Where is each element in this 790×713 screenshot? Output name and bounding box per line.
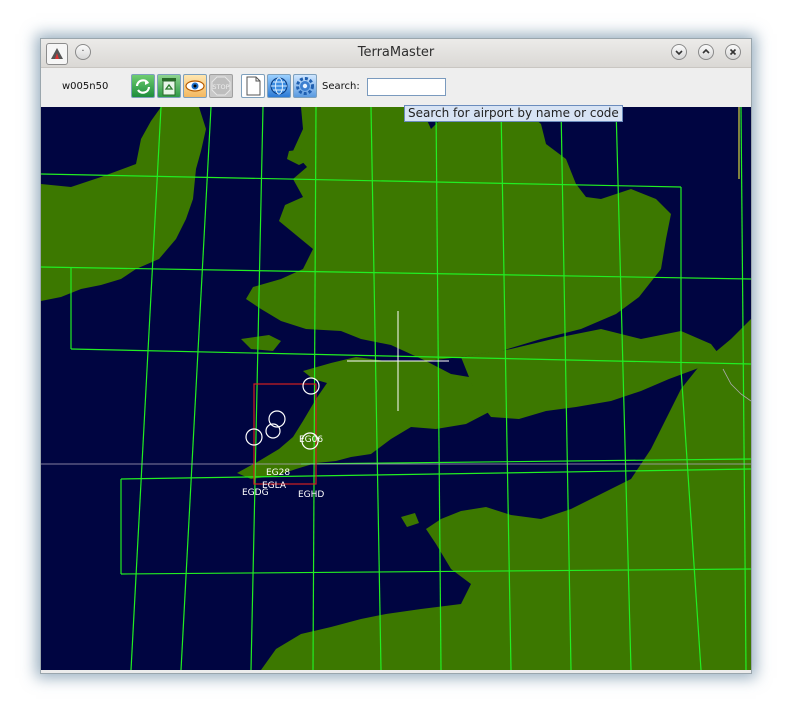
eye-icon: [185, 80, 205, 92]
window-title: TerraMaster: [357, 45, 435, 60]
minimize-icon[interactable]: [671, 44, 687, 60]
new-button[interactable]: [241, 74, 265, 98]
title-bar[interactable]: · TerraMaster: [41, 39, 751, 68]
airport-label-eghd[interactable]: EGHD: [298, 490, 324, 500]
stop-icon: STOP: [211, 76, 231, 96]
settings-button[interactable]: [293, 74, 317, 98]
toolbar: w005n50 STOP Search:: [41, 68, 751, 107]
close-icon[interactable]: [725, 44, 741, 60]
globe-button[interactable]: [267, 74, 291, 98]
stop-label: STOP: [212, 83, 229, 91]
blank-page-icon: [246, 76, 261, 96]
globe-icon: [270, 77, 288, 95]
map-canvas[interactable]: EG06 EG28 EGLA EGDG EGHD: [41, 107, 751, 670]
sync-icon: [135, 79, 151, 94]
delete-button[interactable]: [157, 74, 181, 98]
search-tooltip: Search for airport by name or code: [404, 105, 623, 122]
recycle-trash-icon: [162, 78, 176, 96]
sync-button[interactable]: [131, 74, 155, 98]
gear-icon: [296, 77, 314, 95]
search-label: Search:: [322, 81, 360, 92]
stop-button[interactable]: STOP: [209, 74, 233, 98]
search-input[interactable]: [367, 78, 446, 96]
airport-label-eg28[interactable]: EG28: [266, 468, 290, 478]
airport-label-eg06[interactable]: EG06: [299, 435, 323, 445]
map-svg[interactable]: [41, 107, 751, 670]
terramaster-window: · TerraMaster w005n50 STOP Search: EG06 …: [40, 38, 752, 674]
airport-label-egdg[interactable]: EGDG: [242, 488, 269, 498]
maximize-icon[interactable]: [698, 44, 714, 60]
show-button[interactable]: [183, 74, 207, 98]
tile-label: w005n50: [62, 81, 109, 92]
